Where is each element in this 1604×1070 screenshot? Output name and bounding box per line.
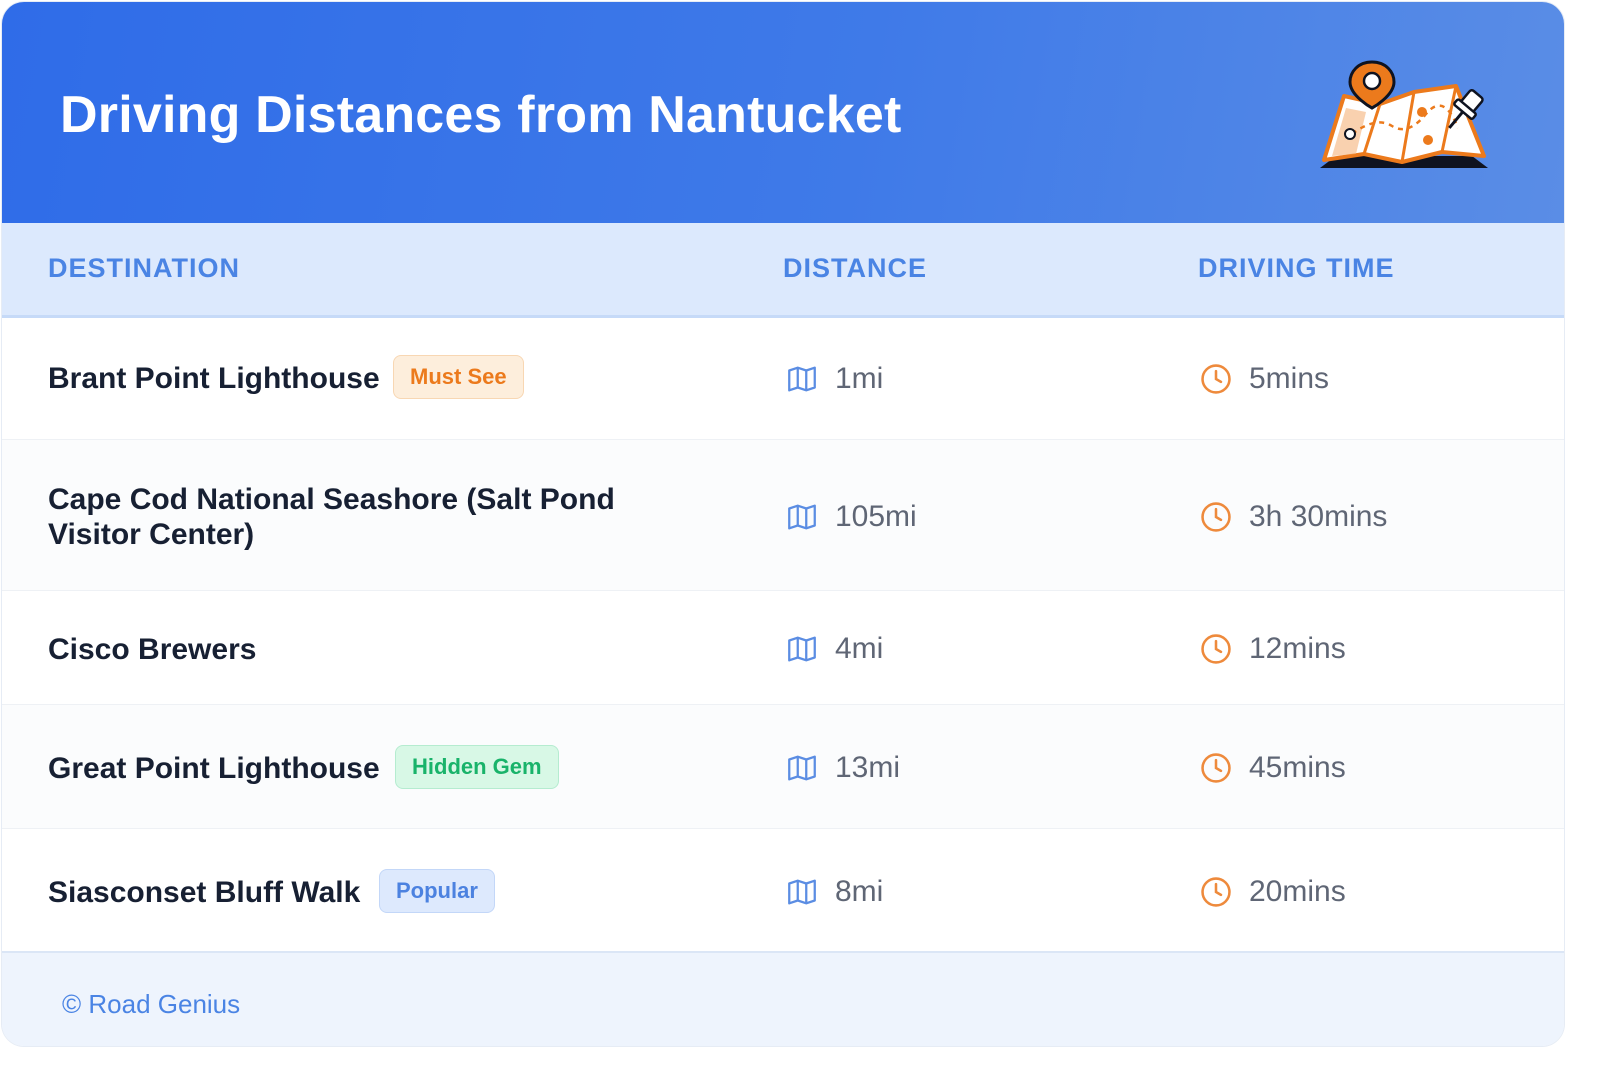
map-icon	[788, 755, 816, 781]
copyright-link[interactable]: © Road Genius	[62, 989, 240, 1020]
column-header-driving-time: DRIVING TIME	[1198, 253, 1395, 283]
distance-value: 8mi	[835, 875, 884, 908]
map-icon	[788, 366, 816, 392]
destination-name-line1: Cape Cod National Seashore (Salt Pond	[48, 483, 615, 516]
destination-name: Siasconset Bluff Walk	[48, 876, 361, 909]
destination-name: Great Point Lighthouse	[48, 752, 380, 785]
page-title: Driving Distances from Nantucket	[60, 86, 902, 144]
destination-name: Cisco Brewers	[48, 633, 257, 666]
distance-card: Driving Distances from Nantucket DESTINA…	[2, 2, 1564, 1046]
table-header: DESTINATION DISTANCE DRIVING TIME	[2, 223, 1564, 318]
clock-icon	[1201, 502, 1231, 532]
distance-value: 13mi	[835, 751, 901, 784]
clock-icon	[1201, 364, 1231, 394]
footer: © Road Genius	[2, 951, 1564, 1046]
table-row: Siasconset Bluff Walk Popular 8mi 20mins	[2, 829, 1564, 952]
destination-name: Brant Point Lighthouse	[48, 362, 380, 395]
column-header-destination: DESTINATION	[48, 253, 240, 283]
time-value: 3h 30mins	[1249, 500, 1388, 533]
map-icon	[788, 504, 816, 530]
time-value: 5mins	[1249, 362, 1330, 395]
distance-value: 4mi	[835, 632, 884, 665]
table-row: Cisco Brewers 4mi 12mins	[2, 591, 1564, 705]
clock-icon	[1201, 634, 1231, 664]
time-value: 20mins	[1249, 875, 1346, 908]
destination-name-line2: Visitor Center)	[48, 518, 255, 551]
column-header-distance: DISTANCE	[783, 253, 928, 283]
distance-value: 105mi	[835, 500, 917, 533]
header-banner: Driving Distances from Nantucket	[2, 2, 1564, 223]
hidden-gem-badge: Hidden Gem	[395, 745, 559, 789]
map-with-location-pin-icon	[1320, 60, 1488, 168]
map-icon	[788, 636, 816, 662]
table-row: Great Point Lighthouse Hidden Gem 13mi 4…	[2, 705, 1564, 829]
time-value: 12mins	[1249, 632, 1346, 665]
clock-icon	[1201, 753, 1231, 783]
map-icon	[788, 879, 816, 905]
time-value: 45mins	[1249, 751, 1346, 784]
clock-icon	[1201, 877, 1231, 907]
table-row: Brant Point Lighthouse Must See 1mi 5min…	[2, 315, 1564, 440]
must-see-badge: Must See	[393, 355, 524, 399]
popular-badge: Popular	[379, 869, 495, 913]
table-row: Cape Cod National Seashore (Salt Pond Vi…	[2, 440, 1564, 591]
distance-value: 1mi	[835, 362, 884, 395]
